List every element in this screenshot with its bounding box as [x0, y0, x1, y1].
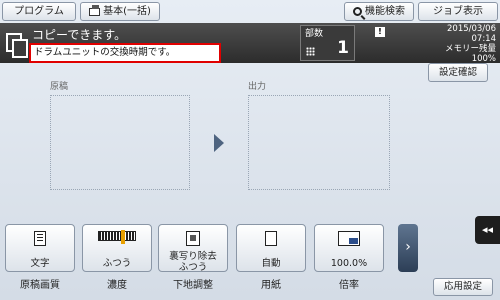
paper-button[interactable]: 自動: [236, 224, 306, 272]
original-quality-label: 原稿画質: [20, 280, 60, 291]
search-icon: [353, 7, 362, 16]
status-bar: コピーできます。 ドラムユニットの交換時期です。 部数 1 ! 2015/03/…: [0, 23, 500, 64]
output-preview-area: [248, 95, 390, 190]
paper-label: 用紙: [261, 280, 281, 291]
background-icon: [186, 231, 200, 246]
top-toolbar: プログラム 基本(一括) 機能検索 ジョブ表示: [0, 0, 500, 23]
job-display-button[interactable]: ジョブ表示: [418, 2, 498, 21]
next-page-button[interactable]: ›: [398, 224, 418, 272]
zoom-icon: [338, 231, 360, 246]
copies-panel[interactable]: 部数 1: [300, 25, 355, 61]
copies-label: 部数: [305, 29, 324, 39]
settings-confirm-button[interactable]: 設定確認: [428, 63, 488, 82]
density-icon: [98, 230, 136, 244]
density-value: ふつう: [102, 258, 132, 269]
device-info: 2015/03/06 07:14 メモリー残量 100%: [445, 24, 496, 64]
original-preview-area: [50, 95, 190, 190]
status-message: コピーできます。: [32, 28, 127, 42]
original-quality-button[interactable]: 文字: [5, 224, 75, 272]
document-icon: [34, 231, 46, 246]
date-text: 2015/03/06: [447, 24, 496, 34]
copies-value: 1: [337, 38, 349, 58]
drum-unit-alert: ドラムユニットの交換時期です。: [29, 43, 221, 63]
program-button-label: プログラム: [14, 6, 64, 17]
background-value-line1: 裏写り除去: [169, 251, 217, 262]
time-text: 07:14: [471, 34, 497, 44]
copy-mode-icon: [6, 33, 28, 58]
basic-mode-button[interactable]: 基本(一括): [80, 2, 160, 21]
original-label: 原稿: [50, 82, 69, 92]
original-quality-value: 文字: [30, 258, 50, 269]
program-button[interactable]: プログラム: [2, 2, 76, 21]
output-label: 出力: [248, 82, 267, 92]
density-button[interactable]: ふつう: [82, 224, 152, 272]
warning-icon: !: [375, 27, 385, 37]
paper-value: 自動: [261, 258, 281, 269]
side-panel-tab[interactable]: ◂◂: [475, 216, 500, 244]
keypad-icon: [306, 47, 315, 56]
job-display-label: ジョブ表示: [433, 6, 483, 17]
copier-icon: [89, 4, 101, 16]
basic-mode-label: 基本(一括): [103, 6, 151, 17]
background-value-line2: ふつう: [178, 262, 208, 273]
function-search-label: 機能検索: [365, 6, 405, 17]
zoom-label: 倍率: [339, 280, 359, 291]
function-search-button[interactable]: 機能検索: [344, 2, 414, 21]
zoom-value: 100.0%: [330, 258, 368, 269]
arrow-right-icon: [214, 134, 224, 152]
zoom-button[interactable]: 100.0%: [314, 224, 384, 272]
background-adjust-label: 下地調整: [173, 280, 213, 291]
paper-icon: [265, 231, 277, 246]
apply-settings-button[interactable]: 応用設定: [433, 278, 493, 296]
memory-label: メモリー残量: [444, 44, 496, 54]
background-adjust-button[interactable]: 裏写り除去 ふつう: [158, 224, 228, 273]
density-label: 濃度: [107, 280, 127, 291]
